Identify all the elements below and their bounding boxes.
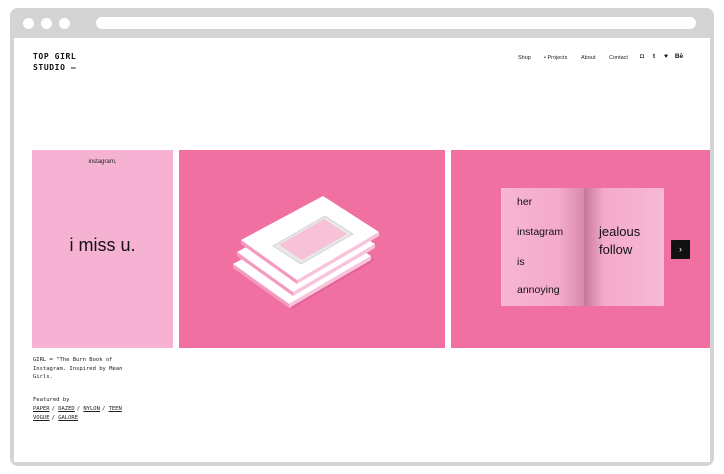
- project-caption: GIRL = "The Burn Book of Instagram. Insp…: [33, 356, 153, 382]
- slide-panel-books: [179, 150, 445, 348]
- magazine-word: jealous: [599, 224, 641, 239]
- featured-link-teen[interactable]: TEEN: [109, 406, 122, 412]
- nav-item-projects[interactable]: • Projects: [544, 55, 567, 61]
- magazine-image: her instagram is annoying jealous follow: [501, 188, 667, 310]
- featured-links-row: PAPER / DAZED / NYLON / TEEN: [33, 406, 122, 412]
- tumblr-icon[interactable]: t: [650, 53, 658, 60]
- featured-link-paper[interactable]: PAPER: [33, 406, 50, 412]
- magazine-left-page: her instagram is annoying: [501, 188, 584, 306]
- magazine-word: instagram: [517, 226, 564, 238]
- nav-item-contact[interactable]: Contact: [609, 55, 628, 61]
- books-phone-image: [233, 196, 379, 308]
- nav-item-shop[interactable]: Shop: [518, 55, 531, 61]
- address-bar[interactable]: [96, 17, 696, 29]
- logo-line-1: TOP GIRL: [33, 52, 77, 61]
- twitter-icon[interactable]: ♥: [662, 53, 670, 60]
- instagram-icon[interactable]: ◘: [638, 53, 646, 60]
- logo-line-2: STUDIO —: [33, 63, 77, 72]
- panel-small-text: instagram,: [88, 159, 117, 165]
- panel-big-text: i miss u.: [69, 235, 136, 255]
- next-slide-button[interactable]: ›: [671, 240, 690, 259]
- magazine-word: annoying: [517, 284, 560, 296]
- featured-link-nylon[interactable]: NYLON: [83, 406, 100, 412]
- magazine-word: is: [517, 256, 525, 268]
- magazine-word: her: [517, 196, 533, 208]
- caption-line: GIRL = "The Burn Book of: [33, 357, 113, 363]
- window-maximize-dot[interactable]: [59, 18, 70, 29]
- site-logo[interactable]: TOP GIRL STUDIO —: [33, 51, 76, 73]
- window-minimize-dot[interactable]: [41, 18, 52, 29]
- magazine-word: follow: [599, 242, 633, 257]
- featured-links-row: VOGUE / GALORE: [33, 415, 79, 421]
- magazine-right-page: jealous follow: [584, 188, 664, 306]
- featured-link-dazed[interactable]: DAZED: [58, 406, 75, 412]
- nav-item-about[interactable]: About: [581, 55, 595, 61]
- featured-link-galore[interactable]: GALORE: [58, 415, 78, 421]
- behance-icon[interactable]: Bē: [674, 53, 684, 60]
- featured-link-vogue[interactable]: VOGUE: [33, 415, 50, 421]
- browser-chrome: [10, 8, 714, 38]
- caption-line: Girls.: [33, 374, 53, 380]
- browser-window: TOP GIRL STUDIO — Shop • Projects About …: [10, 8, 714, 466]
- featured-label: Featured by: [33, 397, 70, 403]
- window-close-dot[interactable]: [23, 18, 34, 29]
- web-page: TOP GIRL STUDIO — Shop • Projects About …: [14, 38, 710, 462]
- slide-panel-text: instagram, i miss u.: [32, 150, 173, 348]
- caption-line: Instagram. Inspired by Mean: [33, 365, 123, 372]
- featured-by: Featured by PAPER / DAZED / NYLON / TEEN VO…: [33, 396, 153, 423]
